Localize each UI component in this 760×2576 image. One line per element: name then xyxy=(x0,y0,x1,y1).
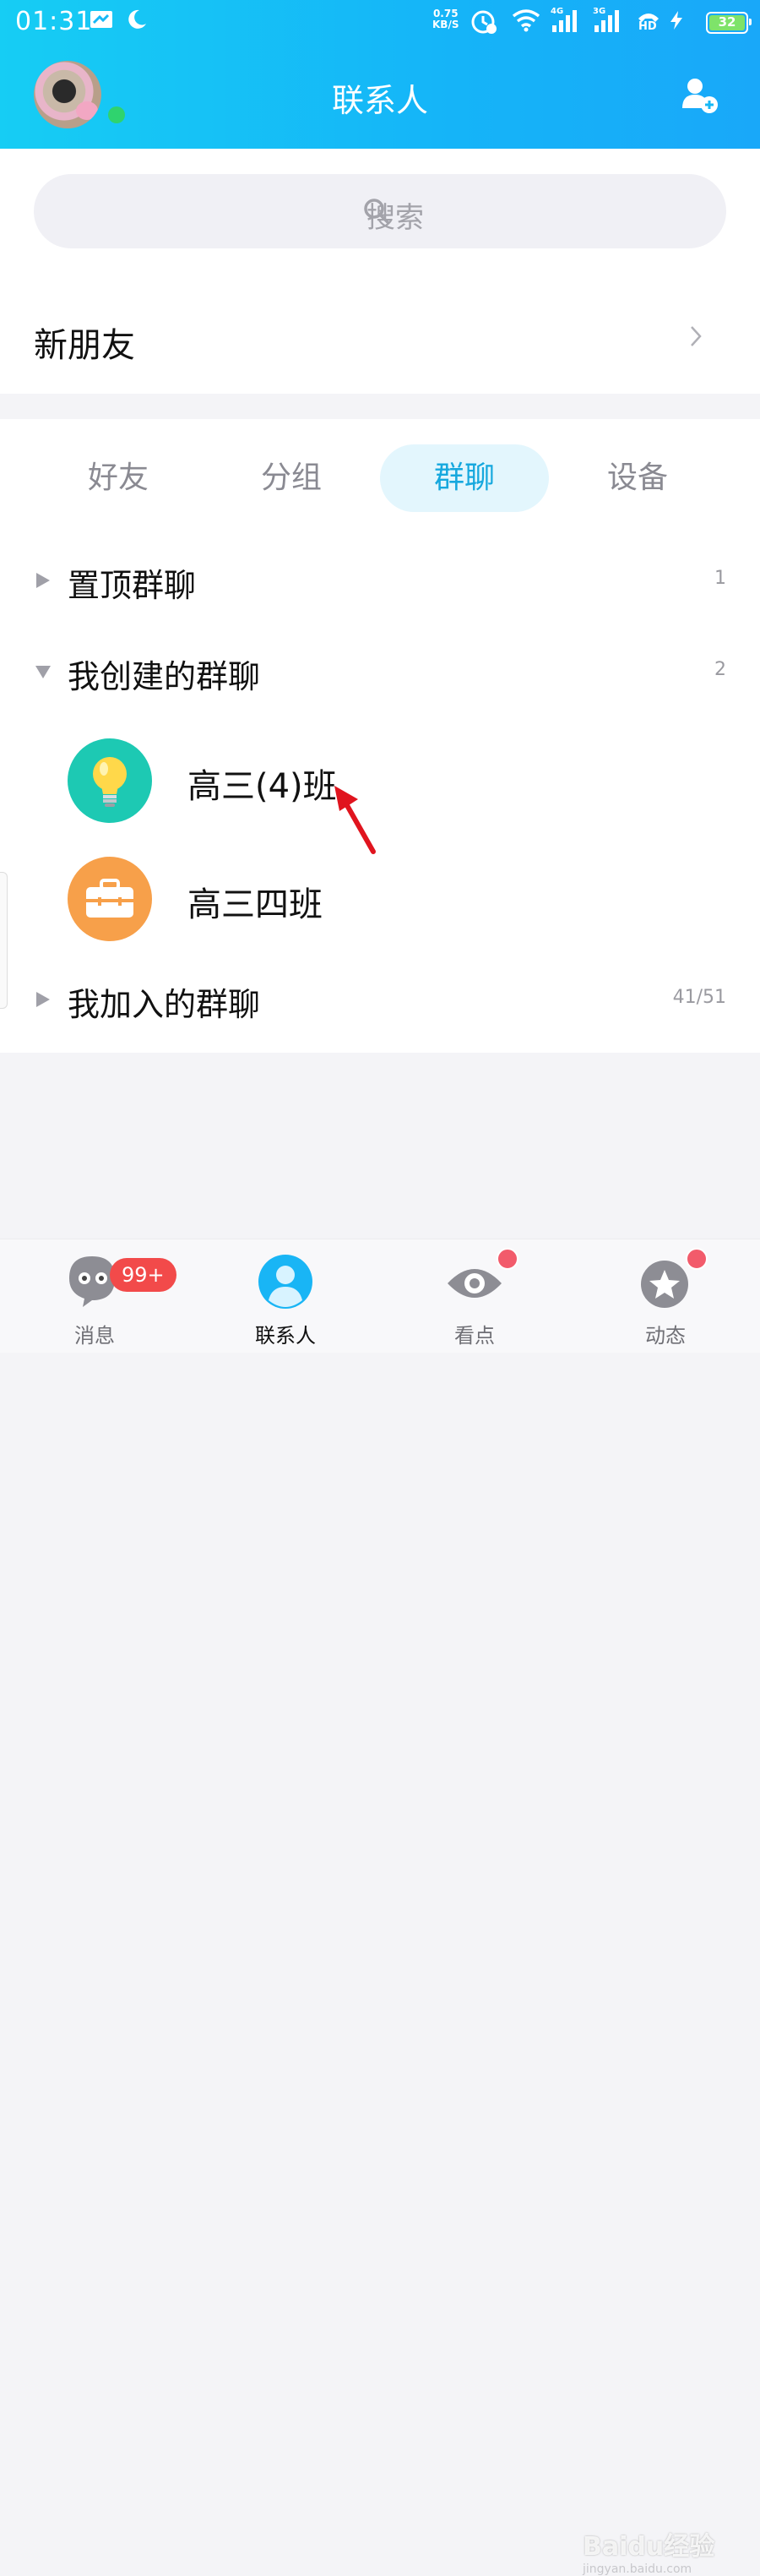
charging-icon xyxy=(669,10,684,34)
bottom-nav: 99+ 消息 联系人 看点 动态 Baidu经验 jingyan.baidu.c… xyxy=(0,1239,760,2576)
nav-contacts[interactable]: 联系人 xyxy=(218,1248,353,1349)
nav-label: 看点 xyxy=(454,1324,495,1348)
watermark-sub: jingyan.baidu.com xyxy=(583,2562,692,2576)
nav-feed[interactable]: 动态 xyxy=(598,1248,733,1349)
tab-devices[interactable]: 设备 xyxy=(553,444,722,512)
battery-nub xyxy=(749,19,752,25)
nav-messages[interactable]: 99+ 消息 xyxy=(27,1248,176,1349)
red-arrow-annotation xyxy=(334,786,376,854)
add-contact-icon[interactable] xyxy=(681,76,719,118)
status-bar: 01:31 0.75 KB/S 4G 3G HD 32 xyxy=(0,0,760,44)
tab-groups[interactable]: 分组 xyxy=(207,444,376,512)
search-placeholder: 搜索 xyxy=(366,201,424,235)
battery-level: 32 xyxy=(718,14,736,30)
contacts-panel: 好友 分组 群聊 设备 置顶群聊 1 我创建的群聊 2 高三(4)班 高三四班 … xyxy=(0,419,760,1053)
nav-label: 消息 xyxy=(74,1324,115,1348)
edge-handle[interactable] xyxy=(0,872,8,1009)
eye-icon xyxy=(448,1269,502,1298)
section-name: 我创建的群聊 xyxy=(68,658,261,695)
watermark-main: Baidu经验 xyxy=(583,2532,715,2562)
hd-label: HD xyxy=(638,20,657,33)
group-avatar xyxy=(68,738,152,823)
section-name: 置顶群聊 xyxy=(68,567,197,604)
new-friends-label: 新朋友 xyxy=(34,326,135,365)
section-count: 1 xyxy=(714,568,726,589)
section-count: 2 xyxy=(714,659,726,680)
triangle-right-icon xyxy=(34,571,52,593)
status-time: 01:31 xyxy=(15,7,93,36)
chevron-right-icon xyxy=(689,324,703,351)
notification-icon xyxy=(90,8,115,34)
nav-watch[interactable]: 看点 xyxy=(407,1248,542,1349)
search-input[interactable]: 搜索 xyxy=(34,174,726,248)
page-title: 联系人 xyxy=(331,82,428,119)
network-speed: 0.75 KB/S xyxy=(432,8,459,30)
unread-badge: 99+ xyxy=(110,1258,176,1292)
nav-label: 动态 xyxy=(645,1324,686,1348)
contacts-icon xyxy=(258,1255,312,1309)
list-item[interactable]: 高三四班 xyxy=(0,848,760,950)
new-friends-row[interactable]: 新朋友 xyxy=(0,286,760,394)
moon-icon xyxy=(123,7,149,35)
group-avatar xyxy=(68,857,152,941)
battery-indicator: 32 xyxy=(706,12,752,34)
wifi-icon xyxy=(512,8,540,35)
app-header: 01:31 0.75 KB/S 4G 3G HD 32 联系人 xyxy=(0,0,760,149)
group-name: 高三四班 xyxy=(187,885,323,924)
alarm-icon xyxy=(470,7,498,39)
nav-label: 联系人 xyxy=(255,1324,316,1348)
notification-dot xyxy=(686,1248,708,1270)
section-created-groups[interactable]: 我创建的群聊 2 xyxy=(0,642,760,701)
watermark: Baidu经验 jingyan.baidu.com xyxy=(583,2525,714,2576)
section-joined-groups[interactable]: 我加入的群聊 41/51 xyxy=(0,970,760,1029)
section-name: 我加入的群聊 xyxy=(68,986,261,1023)
search-section: 搜索 新朋友 xyxy=(0,149,760,394)
tab-group-chats[interactable]: 群聊 xyxy=(380,444,549,512)
tab-friends[interactable]: 好友 xyxy=(34,444,203,512)
section-count: 41/51 xyxy=(672,987,726,1008)
network-speed-unit: KB/S xyxy=(432,19,459,30)
briefcase-icon xyxy=(86,879,133,918)
section-pinned-groups[interactable]: 置顶群聊 1 xyxy=(0,551,760,610)
triangle-right-icon xyxy=(34,990,52,1012)
lightbulb-icon xyxy=(93,757,127,807)
star-planet-icon xyxy=(641,1261,688,1308)
triangle-down-icon xyxy=(34,662,52,684)
notification-dot xyxy=(497,1248,518,1270)
group-name: 高三(4)班 xyxy=(187,767,337,806)
hd-call-icon: HD xyxy=(635,7,662,37)
